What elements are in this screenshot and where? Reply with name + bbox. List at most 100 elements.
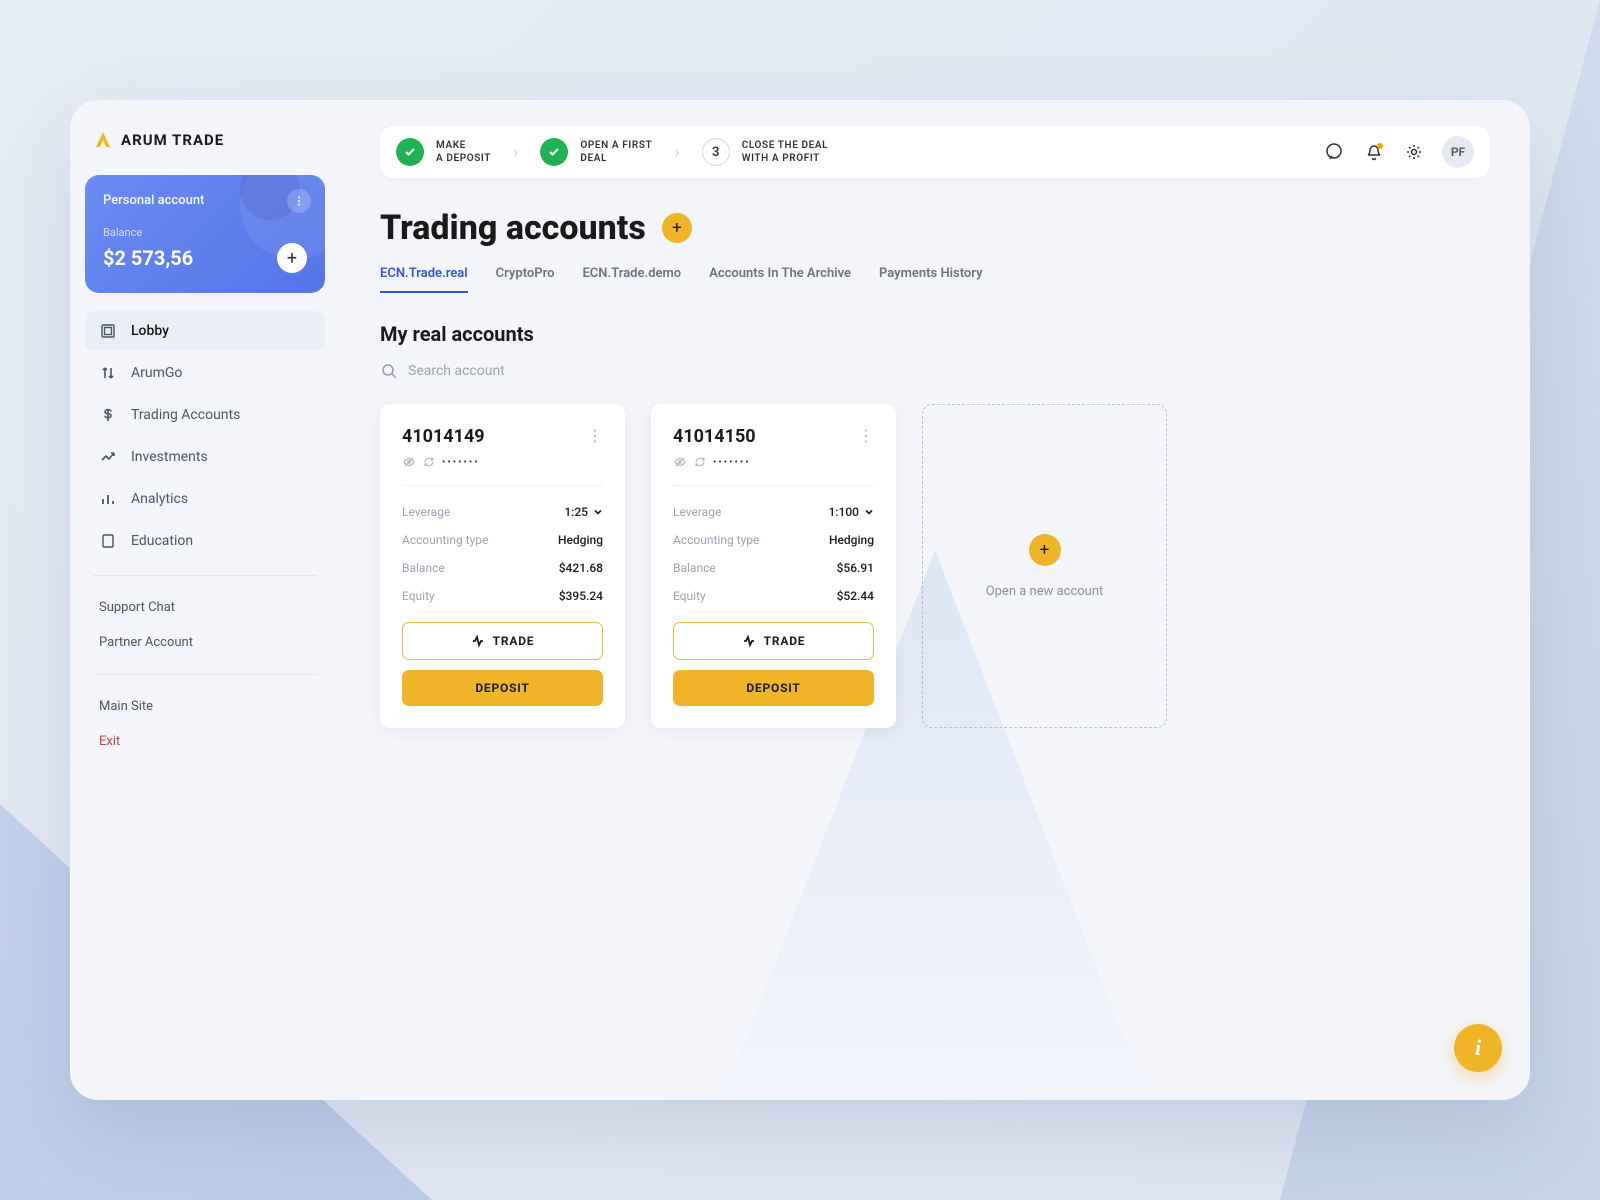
leverage-select[interactable]: 1:25 [564,505,603,519]
brand-text: ARUM TRADE [121,131,224,149]
step-1: MAKEA DEPOSIT [396,138,491,166]
dollar-icon [99,406,117,424]
tab-ecn-real[interactable]: ECN.Trade.real [380,266,468,293]
nav-trading-accounts[interactable]: Trading Accounts [85,395,325,435]
leverage-label: Leverage [673,505,721,519]
nav-investments[interactable]: Investments [85,437,325,477]
app-window: ARUM TRADE Personal account Balance $2 5… [70,100,1530,1100]
tab-ecn-demo[interactable]: ECN.Trade.demo [582,266,681,293]
divider [93,674,317,675]
equity-label: Equity [402,589,435,603]
sidebar-nav: Lobby ArumGo Trading Accounts Investment… [85,311,325,561]
equity-label: Equity [673,589,706,603]
acct-type-value: Hedging [829,533,874,547]
card-menu-icon[interactable]: ⋮ [587,426,603,445]
card-more-icon[interactable] [287,189,311,213]
sidebar: ARUM TRADE Personal account Balance $2 5… [70,100,340,1100]
add-funds-button[interactable]: + [277,243,307,273]
balance-label: Balance [402,561,445,575]
nav-arumgo[interactable]: ArumGo [85,353,325,393]
trade-button[interactable]: TRADE [673,622,874,660]
acct-type-value: Hedging [558,533,603,547]
account-number: 41014150 [673,426,756,447]
main-site-link[interactable]: Main Site [85,689,325,724]
balance-amount: $2 573,56 [103,246,193,270]
nav-lobby[interactable]: Lobby [85,311,325,351]
book-icon [99,532,117,550]
chat-icon[interactable] [1322,140,1346,164]
search-input[interactable] [408,363,668,379]
activity-icon [742,634,756,648]
add-account-button[interactable]: + [662,213,692,243]
equity-value: $52.44 [837,589,874,603]
onboarding-steps: MAKEA DEPOSIT › OPEN A FIRSTDEAL › 3 CLO… [396,138,1322,166]
check-icon [540,138,568,166]
open-new-account-card[interactable]: + Open a new account [922,404,1167,728]
step-2: OPEN A FIRSTDEAL [540,138,652,166]
lobby-icon [99,322,117,340]
divider [93,575,317,576]
check-icon [396,138,424,166]
activity-icon [471,634,485,648]
refresh-icon[interactable] [693,455,707,469]
trend-icon [99,448,117,466]
deposit-button[interactable]: DEPOSIT [402,670,603,706]
tab-archive[interactable]: Accounts In The Archive [709,266,851,293]
card-menu-icon[interactable]: ⋮ [858,426,874,445]
account-tabs: ECN.Trade.real CryptoPro ECN.Trade.demo … [380,266,1490,294]
refresh-icon[interactable] [422,455,436,469]
info-fab[interactable]: i [1454,1024,1502,1072]
page-title: Trading accounts [380,208,646,248]
equity-value: $395.24 [559,589,603,603]
brand-logo: ARUM TRADE [85,130,325,175]
eye-off-icon[interactable] [402,455,416,469]
search-row [380,362,1490,380]
support-chat-link[interactable]: Support Chat [85,590,325,625]
trade-button[interactable]: TRADE [402,622,603,660]
plus-icon: + [1029,534,1061,566]
chevron-down-icon [864,507,874,517]
nav-label: Analytics [131,491,188,507]
tab-cryptopro[interactable]: CryptoPro [496,266,555,293]
bell-icon[interactable] [1362,140,1386,164]
masked-password: ••••••• [713,457,751,468]
nav-education[interactable]: Education [85,521,325,561]
arrows-icon [99,364,117,382]
progress-topbar: MAKEA DEPOSIT › OPEN A FIRSTDEAL › 3 CLO… [380,126,1490,178]
gear-icon[interactable] [1402,140,1426,164]
acct-type-label: Accounting type [673,533,759,547]
eye-off-icon[interactable] [673,455,687,469]
account-number: 41014149 [402,426,485,447]
balance-value: $421.68 [559,561,603,575]
nav-analytics[interactable]: Analytics [85,479,325,519]
chevron-right-icon: › [674,142,679,163]
masked-password: ••••••• [442,457,480,468]
divider [402,485,603,486]
step-text: MAKEA DEPOSIT [436,139,491,166]
chevron-right-icon: › [513,142,518,163]
nav-label: ArumGo [131,365,182,381]
step-number: 3 [702,138,730,166]
user-avatar[interactable]: PF [1442,136,1474,168]
personal-account-card: Personal account Balance $2 573,56 + [85,175,325,293]
account-card: 41014149 ⋮ ••••••• Leverage 1:25 Account… [380,404,625,728]
step-text: CLOSE THE DEALWITH A PROFIT [742,139,829,166]
nav-label: Investments [131,449,208,465]
account-cards: 41014149 ⋮ ••••••• Leverage 1:25 Account… [380,404,1490,728]
step-text: OPEN A FIRSTDEAL [580,139,652,166]
open-new-account-label: Open a new account [986,584,1104,599]
partner-account-link[interactable]: Partner Account [85,625,325,660]
leverage-select[interactable]: 1:100 [829,505,874,519]
divider [673,485,874,486]
tab-payments[interactable]: Payments History [879,266,983,293]
search-icon [380,362,398,380]
nav-label: Education [131,533,193,549]
step-3: 3 CLOSE THE DEALWITH A PROFIT [702,138,829,166]
deposit-button[interactable]: DEPOSIT [673,670,874,706]
notification-dot [1377,143,1383,149]
chart-icon [99,490,117,508]
nav-label: Trading Accounts [131,407,240,423]
exit-link[interactable]: Exit [85,724,325,759]
logo-icon [93,130,113,150]
account-card: 41014150 ⋮ ••••••• Leverage 1:100 Accoun… [651,404,896,728]
